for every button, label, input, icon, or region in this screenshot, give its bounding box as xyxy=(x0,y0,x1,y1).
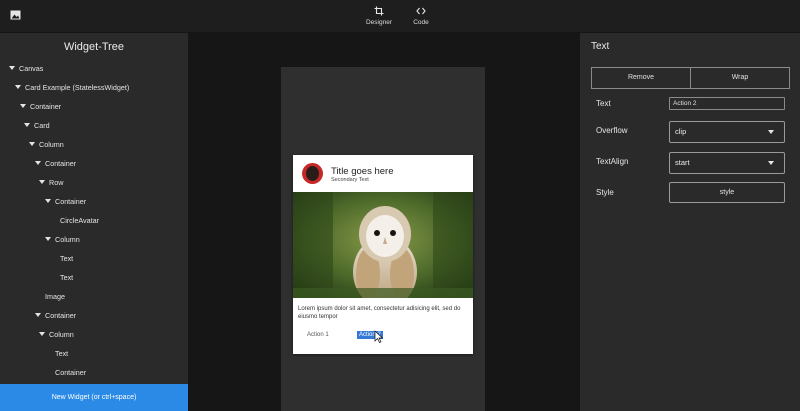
code-label: Code xyxy=(413,19,429,26)
tree-item-label: Canvas xyxy=(19,64,44,73)
overflow-value: clip xyxy=(675,127,687,136)
code-tab[interactable]: Code xyxy=(401,6,441,26)
tree-item-label: Text xyxy=(60,254,74,263)
card-title[interactable]: Title goes here xyxy=(331,166,394,177)
textalign-value: start xyxy=(675,158,690,167)
tree-item-label: Container xyxy=(30,102,62,111)
chevron-down-icon[interactable] xyxy=(45,237,51,241)
remove-button[interactable]: Remove xyxy=(591,67,691,89)
tree-item[interactable]: Container xyxy=(20,100,61,114)
tree-item-label: Image xyxy=(45,292,65,301)
chevron-down-icon[interactable] xyxy=(35,161,41,165)
tree-item-label: Card xyxy=(34,121,50,130)
designer-label: Designer xyxy=(365,19,392,26)
tree-item[interactable]: CircleAvatar xyxy=(60,214,99,228)
chevron-down-icon[interactable] xyxy=(45,199,51,203)
tree-item-label: Text xyxy=(55,349,69,358)
tree-item-label: Container xyxy=(45,159,77,168)
chevron-down-icon[interactable] xyxy=(15,85,21,89)
cursor-icon xyxy=(374,330,383,343)
panel-title: Widget-Tree xyxy=(63,41,125,53)
tree-item[interactable]: Text xyxy=(55,347,68,361)
properties-panel: Text Remove Wrap Text Action 2 Overflow … xyxy=(580,33,800,411)
tree-item[interactable]: Container xyxy=(35,157,76,171)
card-subtitle[interactable]: Secondary Text xyxy=(331,177,369,183)
chevron-down-icon[interactable] xyxy=(39,332,45,336)
tree-item[interactable]: Column xyxy=(39,328,74,342)
card-header[interactable]: Title goes here Secondary Text xyxy=(293,155,473,192)
chevron-down-icon[interactable] xyxy=(20,104,26,108)
device-preview: Title goes here Secondary Text Lorem ips… xyxy=(281,67,485,411)
wrap-button[interactable]: Wrap xyxy=(691,67,790,89)
avatar[interactable] xyxy=(302,163,323,184)
overflow-label: Overflow xyxy=(596,126,628,135)
textalign-label: TextAlign xyxy=(596,157,629,166)
crop-icon xyxy=(374,6,384,16)
tree-item-label: Container xyxy=(55,368,87,377)
tree-item[interactable]: Row xyxy=(39,176,63,190)
tree-item-label: Card Example (StatelessWidget) xyxy=(25,83,130,92)
tree-item[interactable]: Column xyxy=(45,233,80,247)
top-toolbar: Designer Code xyxy=(0,0,800,33)
tree-item-label: Column xyxy=(55,235,80,244)
tree-item[interactable]: Text xyxy=(60,271,73,285)
chevron-down-icon[interactable] xyxy=(35,313,41,317)
card-body-text[interactable]: Lorem ipsum dolor sit amet, consectetur … xyxy=(298,305,470,321)
tree-item[interactable]: Card xyxy=(24,119,50,133)
tree-item[interactable]: Card Example (StatelessWidget) xyxy=(15,81,129,95)
owl-image[interactable] xyxy=(293,192,473,298)
preview-card[interactable]: Title goes here Secondary Text Lorem ips… xyxy=(293,155,473,354)
tree-item-label: Text xyxy=(60,273,74,282)
design-canvas: Title goes here Secondary Text Lorem ips… xyxy=(188,33,580,411)
designer-tab[interactable]: Designer xyxy=(359,6,399,26)
widget-tree-panel: Widget-Tree Canvas Card Example (Statele… xyxy=(0,33,188,411)
style-label: Style xyxy=(596,188,614,197)
tree-item-label: Container xyxy=(55,197,87,206)
chevron-down-icon[interactable] xyxy=(29,142,35,146)
tree-item-label: Column xyxy=(39,140,64,149)
code-icon xyxy=(416,7,426,15)
panel-title: Text xyxy=(591,41,610,52)
new-widget-button[interactable]: New Widget (or ctrl+space) xyxy=(0,384,188,411)
dropdown-arrow-icon xyxy=(768,161,774,165)
tree-item-label: CircleAvatar xyxy=(60,216,100,225)
chevron-down-icon[interactable] xyxy=(24,123,30,127)
text-input[interactable]: Action 2 xyxy=(669,97,785,110)
style-button[interactable]: style xyxy=(669,182,785,203)
tree-item[interactable]: Container xyxy=(45,195,86,209)
text-label: Text xyxy=(596,99,611,108)
tree-item-label: Row xyxy=(49,178,64,187)
overflow-select[interactable]: clip xyxy=(669,121,785,143)
action-buttons: Remove Wrap xyxy=(591,67,790,89)
tree-item-label: Column xyxy=(49,330,74,339)
tree-item[interactable]: Container xyxy=(55,366,86,380)
tree-item[interactable]: Image xyxy=(45,290,65,304)
chevron-down-icon[interactable] xyxy=(9,66,15,70)
tree-item[interactable]: Canvas xyxy=(9,62,43,76)
image-icon[interactable] xyxy=(10,10,21,20)
chevron-down-icon[interactable] xyxy=(39,180,45,184)
tree-item-label: Container xyxy=(45,311,77,320)
tree-item[interactable]: Text xyxy=(60,252,73,266)
dropdown-arrow-icon xyxy=(768,130,774,134)
tree-item[interactable]: Column xyxy=(29,138,64,152)
tree-item[interactable]: Container xyxy=(35,309,76,323)
card-actions: Action 1 Action 2 xyxy=(293,330,473,348)
action-1-button[interactable]: Action 1 xyxy=(307,332,329,338)
textalign-select[interactable]: start xyxy=(669,152,785,174)
